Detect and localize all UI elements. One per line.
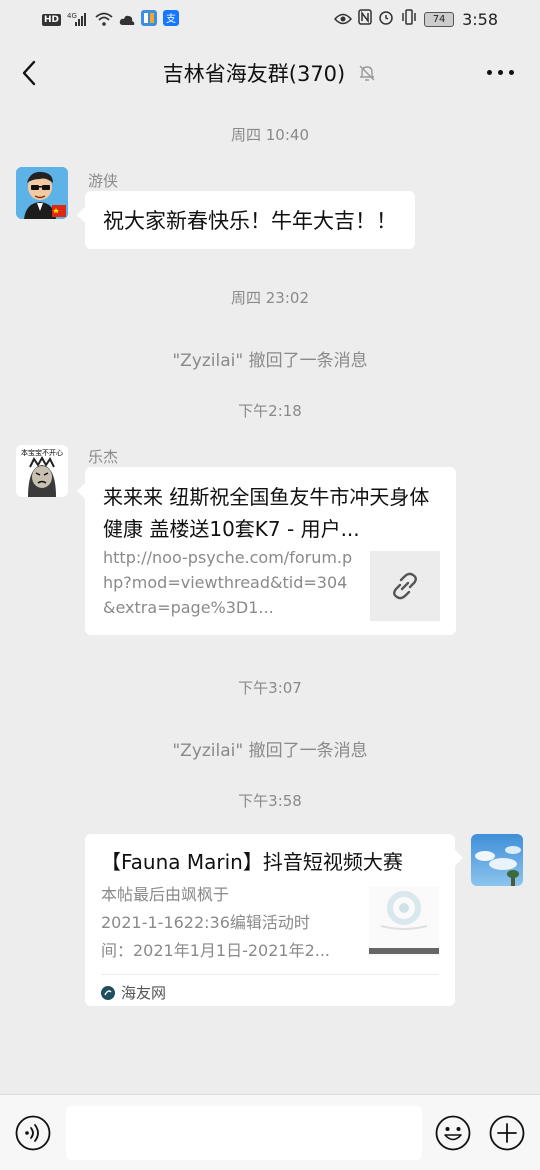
- mute-bell-icon: [359, 65, 375, 81]
- chat-title: 吉林省海友群(370): [162, 62, 346, 86]
- back-button[interactable]: [16, 58, 46, 88]
- my-avatar[interactable]: [471, 834, 523, 886]
- avatar[interactable]: 本宝宝不开心: [16, 445, 68, 497]
- app-notification-icon: [141, 10, 158, 30]
- svg-text:本宝宝不开心: 本宝宝不开心: [21, 448, 63, 457]
- source-name: 海友网: [121, 984, 167, 1002]
- link-card[interactable]: 来来来 纽斯祝全国鱼友牛市冲天身体健康 盖楼送10套K7 - 用户... htt…: [77, 467, 456, 635]
- input-bar: [0, 1094, 540, 1170]
- alipay-icon: 支: [163, 10, 180, 30]
- more-button[interactable]: [487, 70, 514, 75]
- timestamp: 下午3:58: [238, 792, 302, 810]
- card-description: 本帖最后由飒枫于 2021-1-1622:36编辑活动时 间：2021年1月1日…: [101, 881, 357, 965]
- status-time: 3:58: [462, 9, 498, 29]
- status-right: 74 3:58: [334, 9, 498, 29]
- link-url: http://noo-psyche.com/forum.php?mod=view…: [103, 548, 353, 617]
- timestamp: 下午3:07: [238, 679, 302, 697]
- link-thumbnail: [370, 551, 440, 621]
- avatar[interactable]: [16, 167, 68, 219]
- link-title: 来来来 纽斯祝全国鱼友牛市冲天身体健康 盖楼送10套K7 - 用户...: [103, 485, 430, 541]
- card-title: 【Fauna Marin】抖音短视频大赛: [101, 850, 403, 874]
- more-dot: [498, 70, 503, 75]
- timestamp: 周四 23:02: [231, 289, 309, 307]
- battery-icon: 74: [424, 11, 455, 27]
- link-icon: [393, 572, 417, 600]
- svg-text:支: 支: [166, 13, 176, 25]
- recall-notice: "Zyzilai" 撤回了一条消息: [172, 741, 368, 761]
- signal-icon: 4G: [67, 11, 89, 30]
- card-desc-line: 2021-1-1622:36编辑活动时: [101, 913, 310, 932]
- more-dot: [487, 70, 492, 75]
- timestamp: 下午2:18: [238, 402, 302, 420]
- article-card[interactable]: 【Fauna Marin】抖音短视频大赛 本帖最后由飒枫于 2021-1-162…: [85, 834, 463, 1006]
- card-divider: [101, 974, 439, 975]
- sender-name: 游侠: [88, 172, 119, 190]
- voice-icon: [15, 1115, 51, 1151]
- card-thumbnail: [369, 886, 439, 956]
- recall-notice: "Zyzilai" 撤回了一条消息: [172, 351, 368, 371]
- emoji-icon: [435, 1115, 471, 1151]
- sender-name: 乐杰: [88, 448, 119, 466]
- vibrate-icon: [400, 9, 418, 29]
- more-dot: [509, 70, 514, 75]
- voice-button[interactable]: [15, 1115, 51, 1151]
- wifi-icon: [95, 11, 113, 30]
- status-bar: HD 4G 支 74 3:58: [0, 0, 540, 40]
- cloud-icon: [119, 11, 135, 30]
- avatar-cartoon-image: [16, 167, 68, 219]
- message-input[interactable]: [66, 1106, 422, 1160]
- chat-title-wrap: 吉林省海友群(370): [163, 58, 377, 88]
- message-text: 祝大家新春快乐！牛年大吉！！: [103, 209, 397, 233]
- source-logo-icon: [101, 985, 115, 1000]
- chevron-left-icon: [22, 60, 36, 86]
- card-desc-line: 本帖最后由飒枫于: [101, 885, 230, 904]
- card-desc-line: 间：2021年1月1日-2021年2...: [101, 941, 331, 960]
- chat-header: 吉林省海友群(370): [0, 40, 540, 106]
- more-functions-button[interactable]: [489, 1115, 525, 1151]
- thumbnail-image: [369, 886, 439, 956]
- hd-badge: HD: [42, 14, 62, 26]
- plus-icon: [489, 1115, 525, 1151]
- message-bubble[interactable]: 祝大家新春快乐！牛年大吉！！: [77, 191, 415, 249]
- nfc-icon: [358, 9, 372, 29]
- timestamp: 周四 10:40: [231, 126, 309, 144]
- avatar-sky-image: [471, 834, 523, 886]
- emoji-button[interactable]: [435, 1115, 471, 1151]
- eye-icon: [334, 10, 353, 29]
- card-source: 海友网: [101, 982, 166, 1003]
- status-left: HD 4G 支: [42, 10, 180, 30]
- alarm-icon: [378, 9, 394, 29]
- svg-text:4G: 4G: [67, 12, 77, 20]
- avatar-meme-image: 本宝宝不开心: [16, 445, 68, 497]
